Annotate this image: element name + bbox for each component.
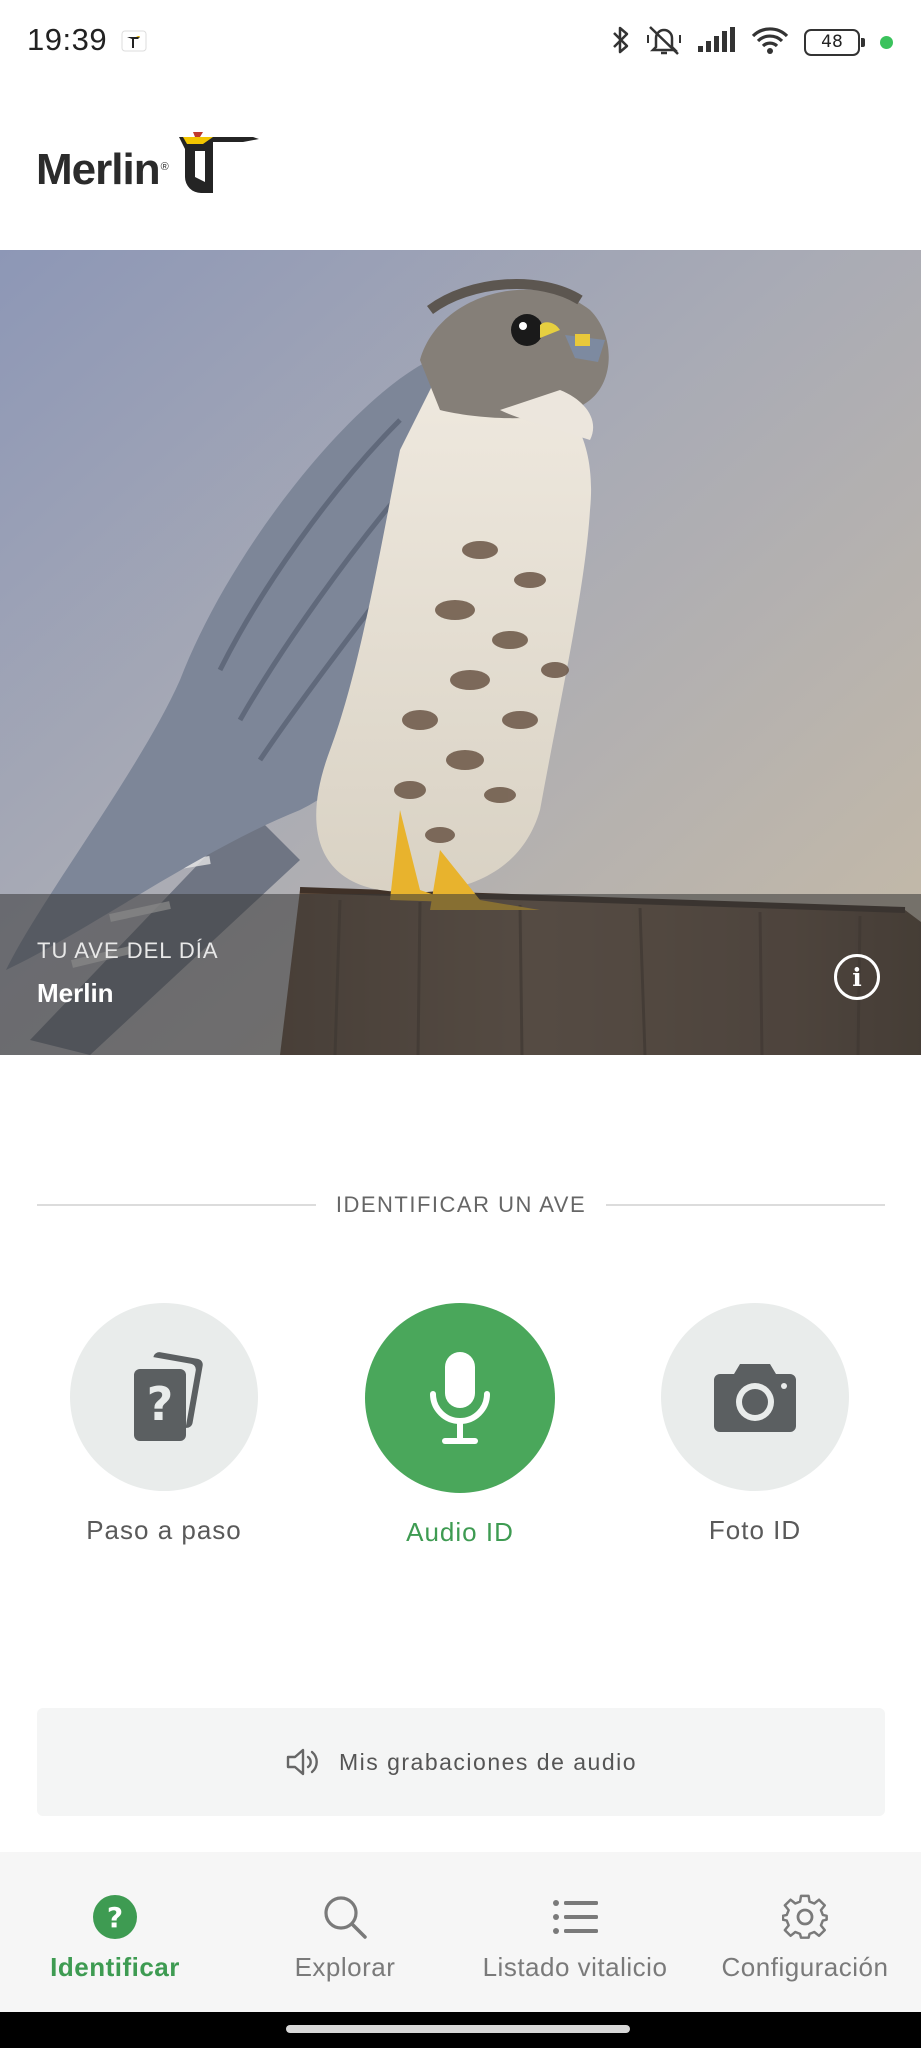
nav-item-explore[interactable]: Explorar	[230, 1852, 460, 2012]
search-icon	[322, 1894, 368, 1940]
step-by-step-label: Paso a paso	[86, 1515, 242, 1545]
svg-text:?: ?	[147, 1377, 174, 1431]
bird-of-the-day-name: Merlin	[37, 978, 114, 1008]
audio-id-button[interactable]	[365, 1303, 555, 1493]
photo-id-label: Foto ID	[708, 1515, 802, 1545]
bluetooth-icon	[610, 24, 632, 61]
status-icons: 48	[610, 24, 893, 60]
logo-text: Merlin	[36, 145, 161, 194]
microphone-icon	[430, 1352, 490, 1444]
merlin-logo: Merlin ®	[36, 122, 263, 212]
logo-bird-icon	[178, 132, 259, 193]
app-header: Merlin ®	[0, 86, 921, 250]
nav-label-settings: Configuración	[721, 1952, 889, 1982]
identify-section-title: IDENTIFICAR UN AVE	[335, 1192, 587, 1217]
gear-icon	[782, 1894, 828, 1940]
info-icon: i	[852, 962, 862, 992]
my-audio-recordings-label: Mis grabaciones de audio	[338, 1748, 638, 1775]
nav-item-identify[interactable]: ? Identificar	[0, 1852, 230, 2012]
bottom-navigation: ? Identificar Explorar Listado vitalicio	[0, 1852, 921, 2012]
nav-item-life-list[interactable]: Listado vitalicio	[460, 1852, 690, 2012]
wifi-icon	[750, 25, 790, 60]
info-button[interactable]: i	[834, 954, 880, 1000]
home-indicator[interactable]	[286, 2025, 630, 2033]
signal-icon	[696, 26, 736, 59]
nav-item-settings[interactable]: Configuración	[690, 1852, 920, 2012]
status-bar: 19:39 48	[0, 0, 921, 86]
status-time: 19:39	[27, 22, 108, 57]
privacy-indicator-dot	[880, 35, 893, 49]
camera-icon	[714, 1364, 796, 1432]
merlin-notification-icon	[121, 28, 147, 54]
system-gesture-area	[0, 2012, 921, 2048]
photo-id-button[interactable]	[661, 1303, 849, 1491]
photo-id-option[interactable]: Foto ID	[645, 1303, 865, 1546]
bird-of-the-day-label: TU AVE DEL DÍA	[37, 938, 219, 963]
identify-section-header: IDENTIFICAR UN AVE	[37, 1190, 886, 1220]
divider-line-left	[37, 1204, 316, 1206]
nav-label-explore: Explorar	[294, 1952, 396, 1982]
audio-id-label: Audio ID	[406, 1517, 514, 1547]
bird-of-the-day-card[interactable]: TU AVE DEL DÍA Merlin i	[0, 250, 921, 1055]
step-by-step-button[interactable]: ?	[70, 1303, 258, 1491]
list-icon	[552, 1894, 598, 1940]
audio-id-option[interactable]: Audio ID	[350, 1303, 570, 1548]
question-cards-icon: ?	[134, 1352, 203, 1441]
nav-label-life-list: Listado vitalicio	[482, 1952, 668, 1982]
hero-caption-overlay	[0, 894, 921, 1055]
speaker-icon	[286, 1748, 318, 1776]
divider-line-right	[606, 1204, 886, 1206]
my-audio-recordings-button[interactable]: Mis grabaciones de audio	[37, 1708, 885, 1816]
svg-text:?: ?	[107, 1901, 123, 1934]
nav-label-identify: Identificar	[50, 1952, 180, 1982]
battery-icon: 48	[804, 28, 865, 56]
question-circle-icon: ?	[92, 1894, 138, 1940]
step-by-step-option[interactable]: ? Paso a paso	[54, 1303, 274, 1546]
logo-registered-mark: ®	[160, 161, 169, 173]
mute-vibrate-icon	[646, 23, 682, 62]
